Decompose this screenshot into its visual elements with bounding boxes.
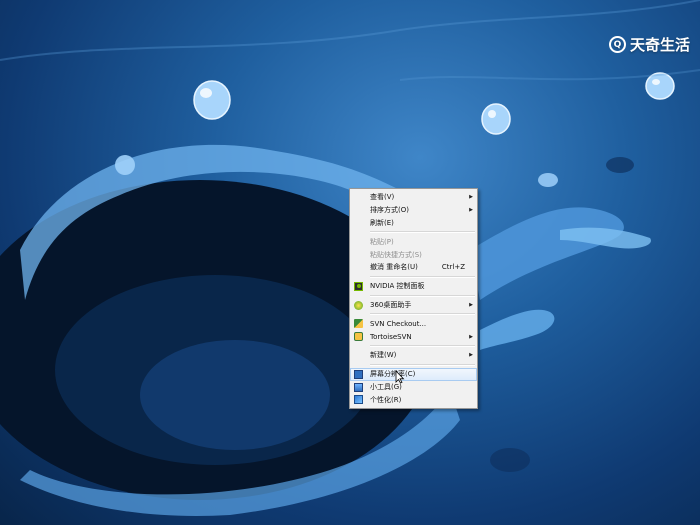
monitor-icon: [354, 369, 363, 379]
menu-item-label: 粘贴(P): [370, 237, 394, 246]
menu-item-label: SVN Checkout...: [370, 319, 427, 328]
personalize-icon: [354, 395, 363, 405]
menu-item-undo-rename[interactable]: 撤消 重命名(U) Ctrl+Z: [350, 261, 477, 274]
menu-item-label: 360桌面助手: [370, 300, 412, 309]
menu-item-paste: 粘贴(P): [350, 235, 477, 248]
watermark-text: 天奇生活: [629, 36, 690, 54]
menu-item-label: NVIDIA 控制面板: [370, 282, 425, 291]
menu-separator: [370, 294, 475, 297]
menu-item-screen-resolution[interactable]: 屏幕分辨率(C): [350, 367, 477, 381]
nvidia-icon: [354, 281, 363, 291]
water-droplet: [645, 72, 675, 100]
menu-separator: [370, 344, 475, 347]
menu-item-new[interactable]: 新建(W) ▶: [350, 349, 477, 362]
menu-item-personalize[interactable]: 个性化(R): [350, 393, 477, 406]
menu-item-label: 刷新(E): [370, 218, 394, 227]
desktop[interactable]: Q 天奇生活 查看(V) ▶ 排序方式(O) ▶ 刷新(E) 粘贴(P) 粘贴快…: [0, 0, 700, 525]
menu-separator: [370, 313, 475, 316]
menu-item-paste-shortcut: 粘贴快捷方式(S): [350, 248, 477, 261]
menu-item-label: TortoiseSVN: [370, 332, 412, 341]
submenu-arrow-icon: ▶: [469, 333, 473, 340]
submenu-arrow-icon: ▶: [469, 352, 473, 359]
menu-item-refresh[interactable]: 刷新(E): [350, 217, 477, 230]
menu-item-sort-by[interactable]: 排序方式(O) ▶: [350, 204, 477, 217]
watermark: Q 天奇生活: [608, 34, 690, 55]
gadget-icon: [354, 382, 363, 392]
mouse-pointer-icon: [395, 370, 405, 384]
menu-item-label: 撤消 重命名(U): [370, 263, 418, 272]
water-droplet: [481, 103, 511, 135]
svn-checkout-icon: [354, 319, 363, 329]
menu-item-nvidia-control-panel[interactable]: NVIDIA 控制面板: [350, 280, 477, 293]
tortoisesvn-icon: [354, 332, 363, 342]
menu-item-label: 屏幕分辨率(C): [370, 370, 416, 379]
menu-item-gadgets[interactable]: 小工具(G): [350, 381, 477, 394]
menu-separator: [370, 275, 475, 278]
submenu-arrow-icon: ▶: [469, 301, 473, 308]
menu-item-view[interactable]: 查看(V) ▶: [350, 191, 477, 204]
water-droplet: [193, 80, 231, 120]
menu-separator: [370, 363, 475, 366]
menu-item-svn-checkout[interactable]: SVN Checkout...: [350, 317, 477, 330]
menu-item-label: 查看(V): [370, 193, 395, 202]
menu-item-shortcut: Ctrl+Z: [441, 263, 465, 272]
submenu-arrow-icon: ▶: [469, 207, 473, 214]
submenu-arrow-icon: ▶: [469, 194, 473, 201]
splash-finger: [470, 207, 624, 300]
menu-item-label: 个性化(R): [370, 395, 402, 404]
desktop-context-menu: 查看(V) ▶ 排序方式(O) ▶ 刷新(E) 粘贴(P) 粘贴快捷方式(S) …: [349, 188, 478, 410]
menu-item-360-desktop-assistant[interactable]: 360桌面助手 ▶: [350, 299, 477, 312]
menu-item-tortoisesvn[interactable]: TortoiseSVN ▶: [350, 330, 477, 343]
menu-item-label: 排序方式(O): [370, 206, 409, 215]
menu-separator: [370, 231, 475, 234]
tianqi-logo-icon: Q: [608, 36, 626, 53]
360-icon: [354, 300, 363, 310]
menu-item-label: 粘贴快捷方式(S): [370, 250, 422, 259]
menu-item-label: 新建(W): [370, 351, 397, 360]
